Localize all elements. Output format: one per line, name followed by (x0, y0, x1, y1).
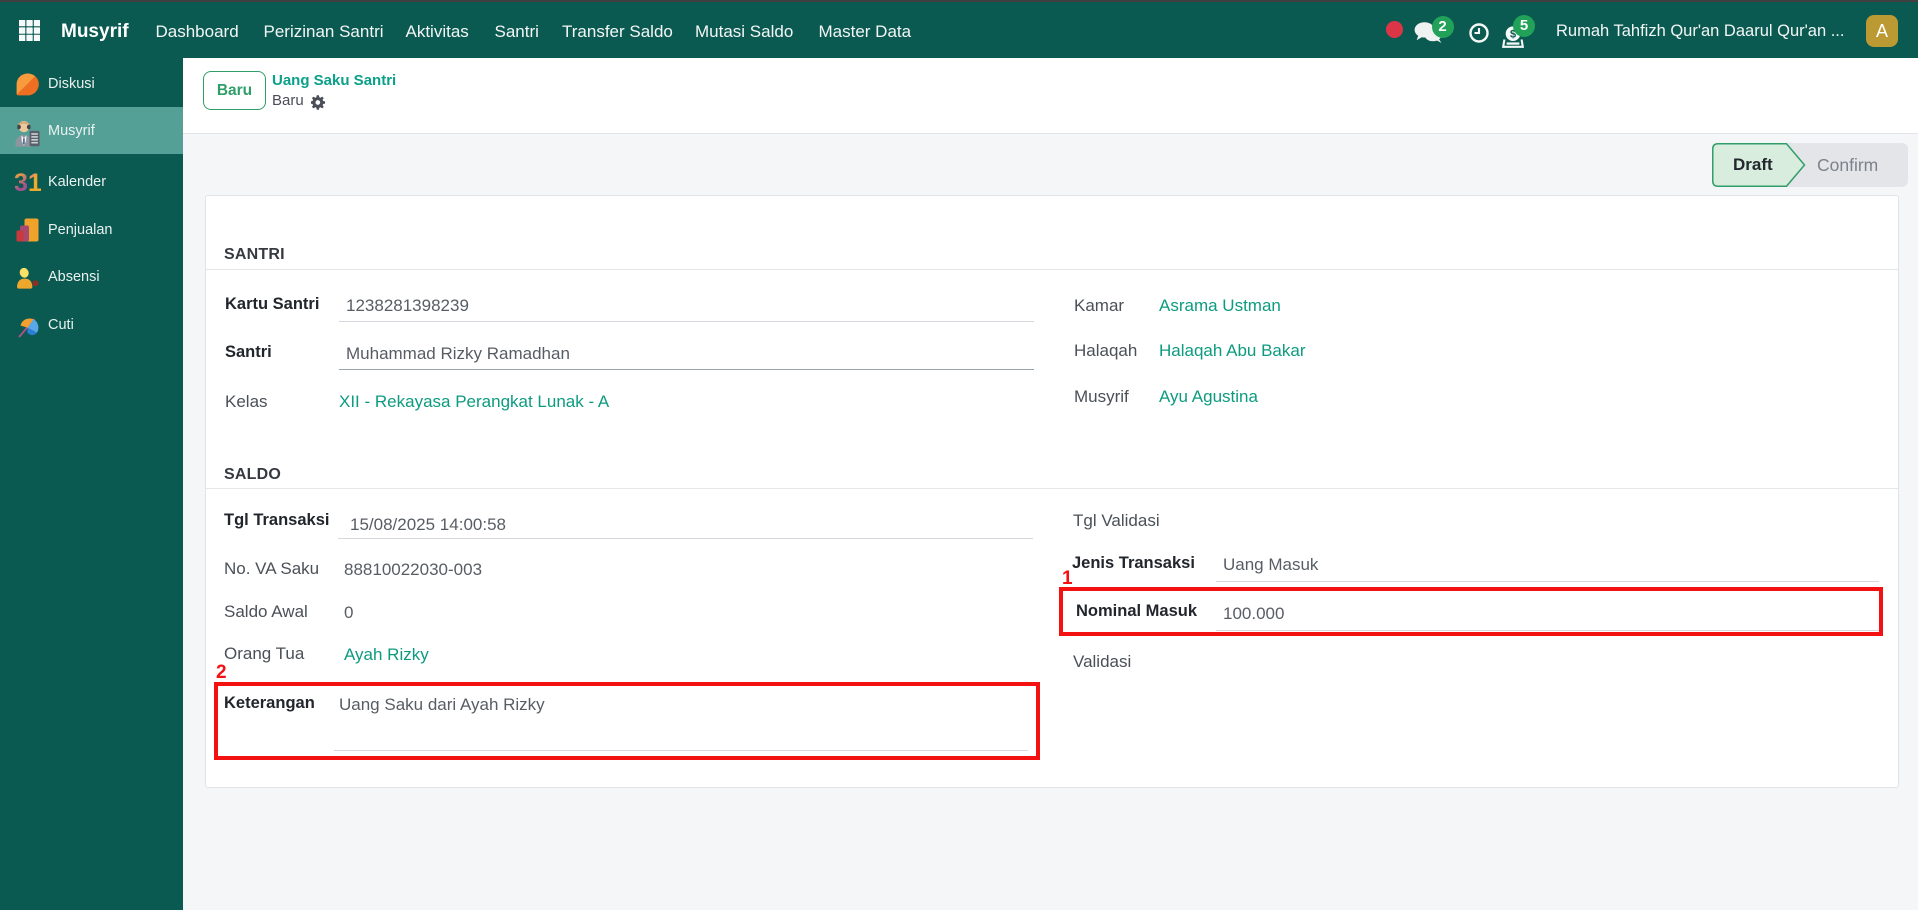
svg-text:3: 3 (15, 171, 28, 193)
svg-text:1: 1 (28, 171, 41, 193)
